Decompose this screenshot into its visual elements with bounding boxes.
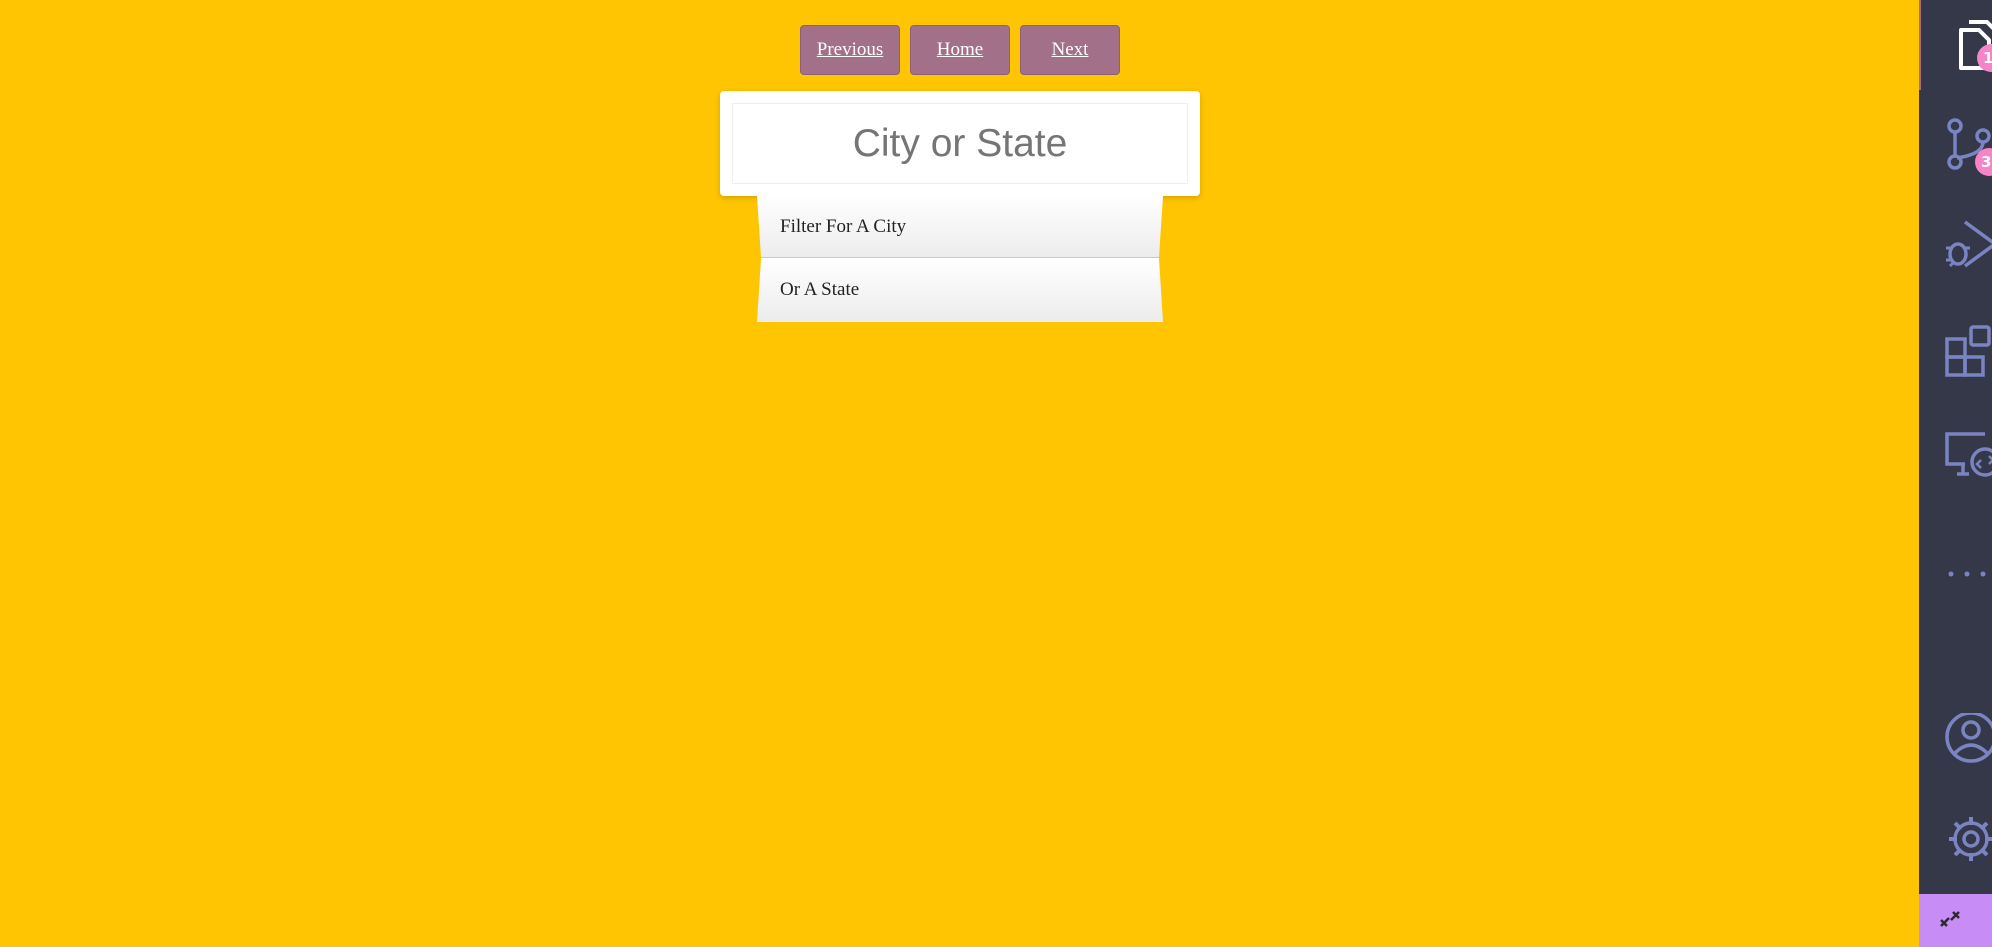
activity-item-extensions[interactable]: [1919, 305, 1992, 395]
activity-item-account[interactable]: [1919, 695, 1992, 785]
page: Previous Home Next Filter For A City Or …: [0, 0, 1992, 947]
activity-item-remote-explorer[interactable]: [1919, 410, 1992, 500]
suggestion-item[interactable]: Filter For A City: [757, 196, 1163, 258]
suggestions-list: Filter For A City Or A State: [757, 196, 1163, 322]
next-button[interactable]: Next: [1020, 25, 1120, 75]
nav-bar: Previous Home Next: [800, 25, 1120, 75]
remote-indicator-button[interactable]: [1919, 894, 1992, 947]
remote-indicator-icon: [1919, 911, 1992, 947]
previous-button[interactable]: Previous: [800, 25, 900, 75]
activity-bar: 1 3: [1919, 0, 1992, 947]
activity-item-more[interactable]: [1919, 512, 1992, 602]
search-input[interactable]: [732, 103, 1188, 184]
activity-item-run-debug[interactable]: [1919, 200, 1992, 290]
activity-item-settings[interactable]: [1919, 795, 1992, 885]
activity-item-explorer[interactable]: 1: [1919, 0, 1992, 90]
suggestion-item[interactable]: Or A State: [757, 258, 1163, 322]
home-button[interactable]: Home: [910, 25, 1010, 75]
activity-item-source-control[interactable]: 3: [1919, 100, 1992, 190]
search-card: [720, 91, 1200, 196]
